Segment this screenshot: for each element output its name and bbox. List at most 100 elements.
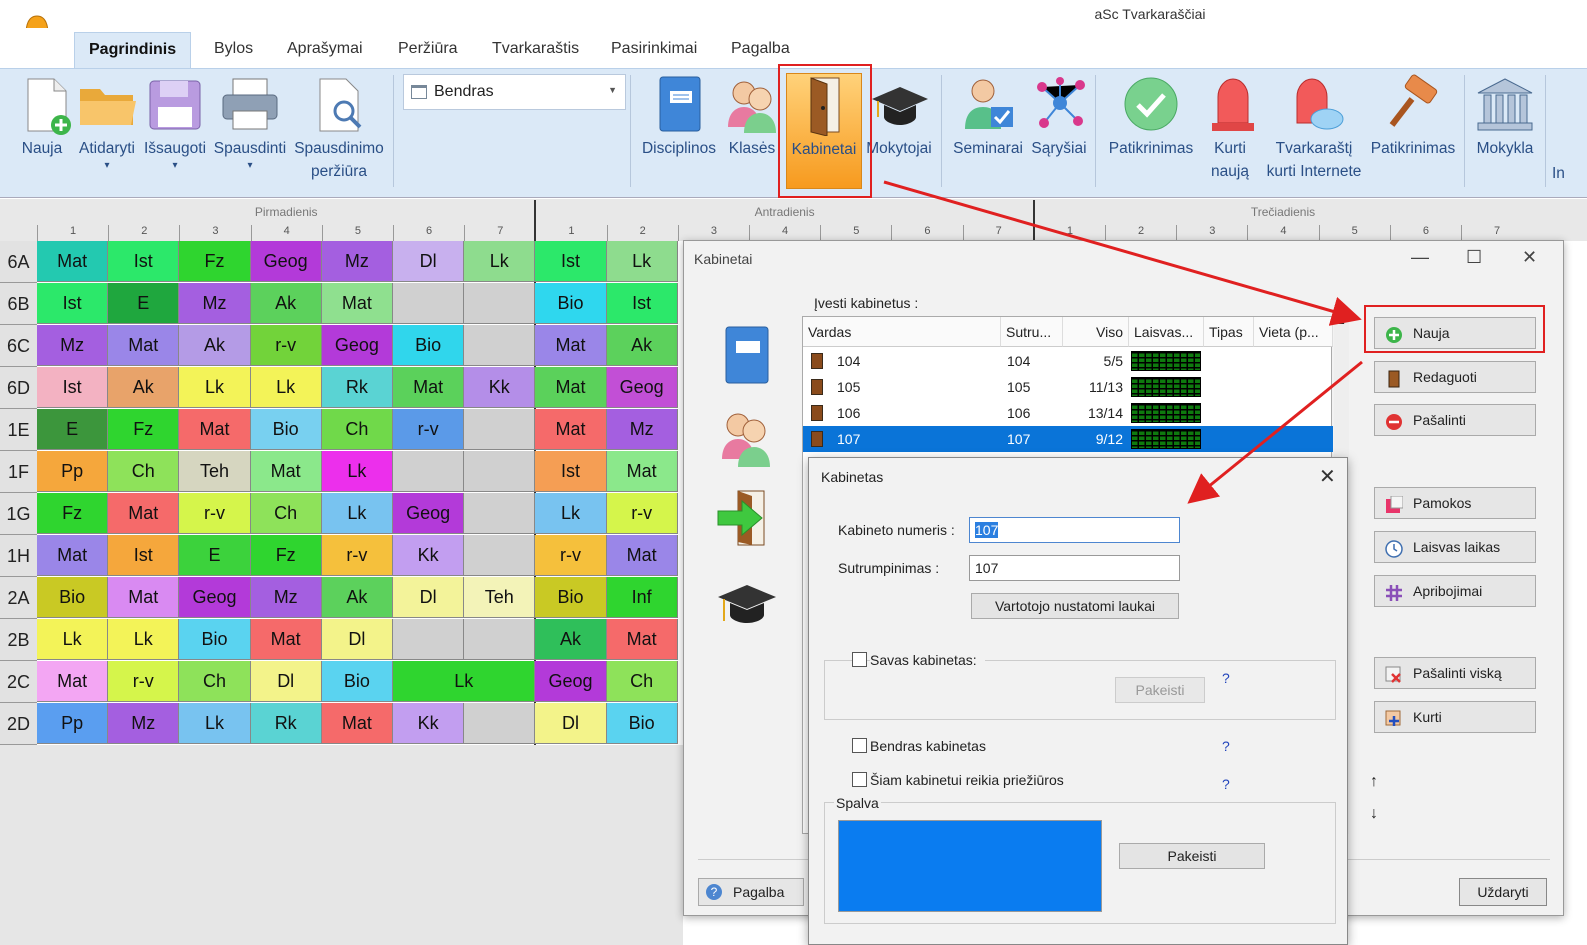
edit-room-button[interactable]: Redaguoti [1374,361,1536,393]
lesson-cell[interactable]: Fz [37,493,109,534]
lesson-cell[interactable]: Mat [108,325,180,366]
col-header-total[interactable]: Viso [1063,317,1129,347]
lesson-cell[interactable]: Kk [393,535,465,576]
lesson-cell[interactable]: Geog [393,493,465,534]
lesson-cell[interactable]: Ist [37,283,109,324]
tab-tvarkarastis[interactable]: Tvarkaraštis [488,40,583,58]
lesson-cell[interactable]: Ist [535,451,607,492]
check-2-button[interactable]: Patikrinimas [1366,73,1460,160]
lesson-cell[interactable]: Mat [179,409,251,450]
lesson-cell[interactable]: Dl [535,703,607,744]
tab-pagrindinis[interactable]: Pagrindinis [74,32,192,68]
lesson-cell[interactable]: Mat [606,535,678,576]
lesson-cell[interactable] [464,703,536,744]
lesson-cell[interactable]: Mat [250,451,322,492]
lesson-cell[interactable]: Ist [108,241,180,282]
lesson-cell[interactable]: Lk [37,619,109,660]
lesson-cell[interactable]: Rk [321,367,393,408]
lesson-cell[interactable]: Bio [393,325,465,366]
remove-room-button[interactable]: Pašalinti [1374,404,1536,436]
lesson-cell[interactable]: Bio [535,283,607,324]
tab-pasirinkimai[interactable]: Pasirinkimai [607,40,701,58]
col-header-type[interactable]: Tipas [1204,317,1254,347]
close-icon[interactable]: ✕ [1319,464,1336,489]
lesson-cell[interactable]: Lk [250,367,322,408]
lesson-cell[interactable]: Geog [250,241,322,282]
lesson-cell[interactable]: Ak [108,367,180,408]
shared-room-checkbox[interactable] [852,738,867,753]
scroll-up-icon[interactable]: ▲ [1334,316,1349,327]
class-row-label[interactable]: 6B [0,283,37,325]
lesson-cell[interactable]: Ak [250,283,322,324]
lesson-cell[interactable]: Dl [321,619,393,660]
own-room-help[interactable]: ? [1222,670,1230,686]
create-new-button[interactable]: Kurti naują [1202,73,1258,183]
lesson-cell[interactable]: Pp [37,451,109,492]
new-file-button[interactable]: Nauja [16,73,71,160]
tab-pagalba[interactable]: Pagalba [727,40,794,58]
lesson-cell[interactable]: Ist [37,367,109,408]
lesson-cell[interactable]: Rk [250,703,322,744]
help-button[interactable]: ? Pagalba [698,878,804,906]
lesson-cell[interactable]: Mat [108,577,180,618]
own-room-checkbox[interactable] [852,652,867,667]
class-row-label[interactable]: 6C [0,325,37,367]
lesson-cell[interactable]: r-v [535,535,607,576]
room-number-input[interactable]: 107 [969,517,1180,543]
room-row[interactable]: 105 105 11/13 [803,374,1333,400]
lesson-cell[interactable]: r-v [606,493,678,534]
save-button[interactable]: Išsaugoti ▾ [142,73,208,172]
school-button[interactable]: Mokykla [1472,73,1538,160]
lesson-cell[interactable]: Kk [464,367,536,408]
door-arrow-icon[interactable] [716,487,778,554]
lesson-cell[interactable]: r-v [321,535,393,576]
remove-all-button[interactable]: Pašalinti viską [1374,657,1536,689]
lesson-cell[interactable]: Dl [393,577,465,618]
lesson-cell[interactable]: Bio [606,703,678,744]
lesson-cell[interactable]: Lk [321,493,393,534]
col-header-short[interactable]: Sutru... [1001,317,1063,347]
class-row-label[interactable]: 1F [0,451,37,493]
lesson-cell[interactable]: Lk [393,661,536,702]
lesson-cell[interactable]: Mz [250,577,322,618]
lesson-cell[interactable]: Bio [250,409,322,450]
class-row-label[interactable]: 1H [0,535,37,577]
custom-fields-button[interactable]: Vartotojo nustatomi laukai [971,593,1179,619]
lesson-cell[interactable]: Mat [37,661,109,702]
create-button[interactable]: Kurti [1374,701,1536,733]
lesson-cell[interactable]: r-v [393,409,465,450]
lesson-cell[interactable]: Lk [179,703,251,744]
col-header-location[interactable]: Vieta (p... [1254,317,1333,347]
classes-button[interactable]: Klasės [722,73,782,160]
lesson-cell[interactable]: Bio [37,577,109,618]
lesson-cell[interactable]: Teh [464,577,536,618]
lesson-cell[interactable]: E [179,535,251,576]
lesson-cell[interactable]: Fz [250,535,322,576]
lesson-cell[interactable]: Ch [250,493,322,534]
view-combo[interactable]: Bendras ▼ [403,74,626,110]
lesson-cell[interactable] [464,325,536,366]
lesson-cell[interactable]: Mat [37,535,109,576]
lessons-button[interactable]: Pamokos [1374,487,1536,519]
lesson-cell[interactable]: Mat [37,241,109,282]
seminars-button[interactable]: Seminarai [950,73,1026,160]
book-icon[interactable] [720,325,774,390]
lesson-cell[interactable]: Mz [108,703,180,744]
lesson-cell[interactable]: Bio [321,661,393,702]
lesson-cell[interactable]: Ist [606,283,678,324]
col-header-free[interactable]: Laisvas... [1129,317,1204,347]
lesson-cell[interactable]: Ak [179,325,251,366]
room-row[interactable]: 107 107 9/12 [803,426,1333,452]
class-row-label[interactable]: 2C [0,661,37,703]
close-button[interactable]: Uždaryti [1459,878,1547,906]
lesson-cell[interactable]: Geog [179,577,251,618]
print-preview-button[interactable]: Spausdinimo peržiūra [292,73,386,183]
col-header-name[interactable]: Vardas [803,317,1001,347]
lesson-cell[interactable] [393,619,465,660]
lesson-cell[interactable]: Mat [250,619,322,660]
shared-room-help[interactable]: ? [1222,738,1230,754]
lesson-cell[interactable]: Ak [606,325,678,366]
class-row-label[interactable]: 1G [0,493,37,535]
lesson-cell[interactable]: Geog [606,367,678,408]
free-time-button[interactable]: Laisvas laikas [1374,531,1536,563]
